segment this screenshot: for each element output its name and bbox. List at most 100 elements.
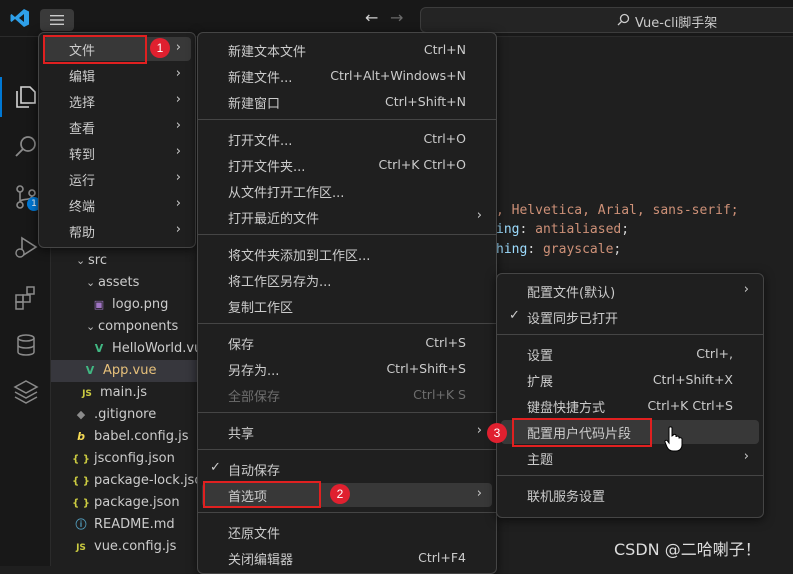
code-line-font-family: , Helvetica, Arial, sans-serif;: [496, 203, 739, 218]
menu-item-open-file[interactable]: 打开文件... Ctrl+O: [202, 127, 492, 151]
menu-item-open-folder[interactable]: 打开文件夹... Ctrl+K Ctrl+O: [202, 153, 492, 177]
chevron-right-icon: ›: [175, 118, 181, 133]
menu-item-settings[interactable]: 设置 Ctrl+,: [501, 342, 759, 366]
chevron-down-icon: ⌄: [86, 320, 96, 333]
menu-item-save-all: 全部保存 Ctrl+K S: [228, 387, 466, 405]
run-debug-icon[interactable]: [12, 233, 40, 261]
chevron-right-icon: ›: [476, 208, 482, 223]
js-icon: JS: [82, 389, 92, 399]
menu-separator: [198, 323, 496, 324]
code-line-smoothing-2: hing: grayscale;: [496, 242, 622, 257]
menu-item-revert-file[interactable]: 还原文件: [202, 520, 492, 544]
chevron-right-icon: ›: [175, 170, 181, 185]
arrow-right-icon[interactable]: →: [390, 9, 408, 27]
tree-file-app-vue[interactable]: V App.vue: [51, 360, 199, 382]
tree-folder-src[interactable]: ⌄ src: [76, 250, 107, 272]
vue-icon: V: [85, 364, 95, 377]
annotation-box-preferences: [203, 481, 321, 508]
chevron-down-icon: ⌄: [76, 254, 86, 267]
image-icon: ▣: [93, 298, 105, 311]
hamburger-icon: [50, 15, 64, 25]
tree-folder-components[interactable]: ⌄ components: [86, 316, 178, 338]
check-icon: ✓: [210, 460, 221, 475]
menu-item-new-text-file[interactable]: 新建文本文件 Ctrl+N: [202, 38, 492, 62]
tree-file-readme[interactable]: ⓘ README.md: [72, 514, 175, 536]
menu-item-save-as[interactable]: 另存为... Ctrl+Shift+S: [202, 357, 492, 381]
vue-icon: V: [94, 342, 104, 355]
tree-file-package[interactable]: { } package.json: [72, 492, 179, 514]
command-center-label: Vue-cli脚手架: [635, 16, 718, 31]
annotation-box-user-snippets: [512, 418, 652, 447]
menu-separator: [497, 334, 763, 335]
tree-file-package-lock[interactable]: { } package-lock.json: [72, 470, 210, 492]
menu-hamburger-button[interactable]: [40, 9, 74, 31]
menu-separator: [198, 234, 496, 235]
menu-item-duplicate-workspace[interactable]: 复制工作区: [202, 294, 492, 318]
menu-item-add-folder[interactable]: 将文件夹添加到工作区...: [202, 242, 492, 266]
vscode-logo-icon: [10, 8, 30, 28]
check-icon: ✓: [509, 308, 520, 323]
command-center-search[interactable]: Vue-cli脚手架: [420, 7, 793, 33]
chevron-right-icon: ›: [175, 196, 181, 211]
tree-file-babel[interactable]: b babel.config.js: [72, 426, 188, 448]
code-line-smoothing-1: ing: antialiased;: [496, 222, 630, 237]
menubar-dropdown: 文件 › 编辑 › 选择 › 查看 › 转到 › 运行 › 终端 › 帮助 ›: [38, 32, 196, 248]
tree-file-vue-config[interactable]: JS vue.config.js: [72, 536, 176, 558]
chevron-right-icon: ›: [743, 449, 749, 464]
tree-file-helloworld[interactable]: V HelloWorld.vue: [90, 338, 211, 360]
annotation-step-1: 1: [150, 38, 170, 58]
tree-folder-assets[interactable]: ⌄ assets: [86, 272, 139, 294]
menu-view[interactable]: 查看 ›: [43, 115, 191, 139]
menu-item-auto-save[interactable]: ✓ 自动保存: [202, 457, 492, 481]
chevron-down-icon: ⌄: [86, 276, 96, 289]
menu-item-new-file[interactable]: 新建文件... Ctrl+Alt+Windows+N: [202, 64, 492, 88]
chevron-right-icon: ›: [743, 282, 749, 297]
tree-file-gitignore[interactable]: ◆ .gitignore: [72, 404, 156, 426]
menu-item-save[interactable]: 保存 Ctrl+S: [202, 331, 492, 355]
menu-item-settings-sync[interactable]: ✓ 设置同步已打开: [501, 305, 759, 329]
chevron-right-icon: ›: [476, 423, 482, 438]
active-indicator: [0, 77, 2, 117]
chevron-right-icon: ›: [175, 92, 181, 107]
annotation-step-3: 3: [487, 423, 507, 443]
hand-cursor-icon: [664, 426, 684, 452]
menu-item-open-workspace[interactable]: 从文件打开工作区...: [202, 179, 492, 203]
menu-item-new-window[interactable]: 新建窗口 Ctrl+Shift+N: [202, 90, 492, 114]
tree-file-jsconfig[interactable]: { } jsconfig.json: [72, 448, 175, 470]
menu-item-extensions[interactable]: 扩展 Ctrl+Shift+X: [501, 368, 759, 392]
json-icon: { }: [72, 498, 90, 509]
search-icon[interactable]: [12, 133, 40, 161]
js-icon: JS: [76, 543, 86, 553]
arrow-left-icon[interactable]: ←: [365, 9, 383, 27]
menu-item-close-editor[interactable]: 关闭编辑器 Ctrl+F4: [202, 546, 492, 570]
menu-separator: [198, 512, 496, 513]
annotation-box-file: [43, 35, 147, 64]
menu-item-save-workspace-as[interactable]: 将工作区另存为...: [202, 268, 492, 292]
menu-item-profile[interactable]: 配置文件(默认) ›: [501, 279, 759, 303]
tree-file-logo[interactable]: ▣ logo.png: [90, 294, 169, 316]
search-icon: [617, 13, 630, 26]
annotation-step-2: 2: [330, 484, 350, 504]
menu-item-open-recent[interactable]: 打开最近的文件 ›: [202, 205, 492, 229]
menu-selection[interactable]: 选择 ›: [43, 89, 191, 113]
menu-item-theme[interactable]: 主题 ›: [501, 446, 759, 470]
explorer-icon[interactable]: [12, 83, 40, 111]
extensions-icon[interactable]: [12, 283, 40, 311]
info-icon: ⓘ: [75, 518, 87, 531]
menu-help[interactable]: 帮助 ›: [43, 219, 191, 243]
menu-edit[interactable]: 编辑 ›: [43, 63, 191, 87]
menu-item-share[interactable]: 共享 ›: [202, 420, 492, 444]
gitignore-icon: ◆: [76, 408, 86, 421]
menu-run[interactable]: 运行 ›: [43, 167, 191, 191]
menu-separator: [198, 119, 496, 120]
layers-icon[interactable]: [12, 377, 40, 405]
menu-go[interactable]: 转到 ›: [43, 141, 191, 165]
chevron-right-icon: ›: [175, 40, 181, 55]
chevron-right-icon: ›: [175, 222, 181, 237]
menu-item-keyboard-shortcuts[interactable]: 键盘快捷方式 Ctrl+K Ctrl+S: [501, 394, 759, 418]
menu-item-online-services[interactable]: 联机服务设置: [501, 483, 759, 507]
menu-terminal[interactable]: 终端 ›: [43, 193, 191, 217]
tree-file-main-js[interactable]: JS main.js: [78, 382, 147, 404]
database-icon[interactable]: [12, 331, 40, 359]
menu-separator: [198, 449, 496, 450]
